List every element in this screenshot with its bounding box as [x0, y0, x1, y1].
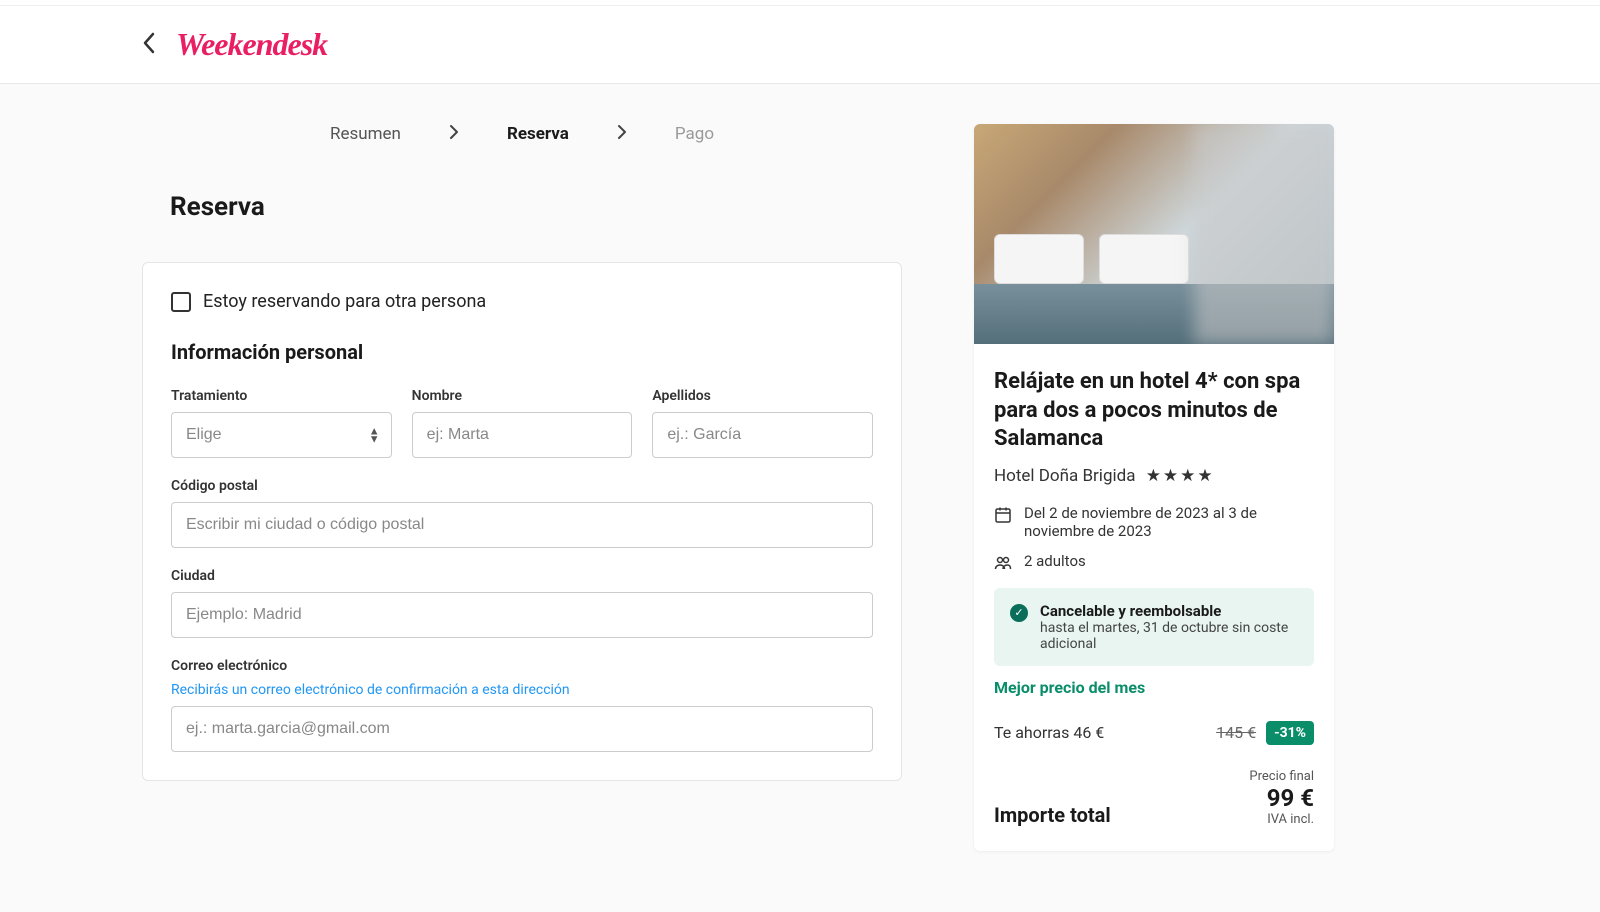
discount-badge: -31%: [1266, 721, 1314, 745]
offer-image: [974, 124, 1334, 344]
section-title-personal: Información personal: [171, 340, 873, 364]
savings-text: Te ahorras 46 €: [994, 723, 1104, 742]
step-resumen[interactable]: Resumen: [330, 124, 401, 144]
final-label: Precio final: [1249, 769, 1314, 784]
guests-icon: [994, 554, 1012, 576]
treatment-select[interactable]: [171, 412, 392, 458]
page-title: Reserva: [142, 192, 902, 222]
form-card: Estoy reservando para otra persona Infor…: [142, 262, 902, 781]
step-reserva: Reserva: [507, 124, 569, 144]
best-price-badge: Mejor precio del mes: [994, 678, 1314, 697]
postal-input[interactable]: [171, 502, 873, 548]
last-name-input[interactable]: [652, 412, 873, 458]
other-person-checkbox[interactable]: [171, 292, 191, 312]
city-label: Ciudad: [171, 568, 873, 584]
other-person-label: Estoy reservando para otra persona: [203, 291, 486, 312]
calendar-icon: [994, 506, 1012, 528]
first-name-label: Nombre: [412, 388, 633, 404]
total-label: Importe total: [994, 803, 1111, 827]
guests-text: 2 adultos: [1024, 552, 1086, 570]
cancel-title: Cancelable y reembolsable: [1040, 602, 1298, 620]
cancellation-box: ✓ Cancelable y reembolsable hasta el mar…: [994, 588, 1314, 666]
hotel-name: Hotel Doña Brigida: [994, 466, 1135, 486]
chevron-right-icon: [617, 124, 627, 144]
city-input[interactable]: [171, 592, 873, 638]
final-price: 99 €: [1249, 784, 1314, 812]
old-price: 145 €: [1216, 723, 1256, 742]
email-label: Correo electrónico: [171, 658, 873, 674]
summary-sidebar: Relájate en un hotel 4* con spa para dos…: [974, 124, 1334, 851]
check-icon: ✓: [1010, 604, 1028, 622]
stepper: Resumen Reserva Pago: [142, 124, 902, 144]
vat-text: IVA incl.: [1249, 812, 1314, 827]
offer-title: Relájate en un hotel 4* con spa para dos…: [994, 368, 1314, 454]
back-button[interactable]: [142, 32, 156, 58]
postal-label: Código postal: [171, 478, 873, 494]
treatment-label: Tratamiento: [171, 388, 392, 404]
stars-icon: ★★★★: [1146, 466, 1215, 486]
cancel-text: hasta el martes, 31 de octubre sin coste…: [1040, 620, 1298, 652]
last-name-label: Apellidos: [652, 388, 873, 404]
first-name-input[interactable]: [412, 412, 633, 458]
brand-logo[interactable]: Weekendesk: [176, 26, 327, 63]
hotel-row: Hotel Doña Brigida ★★★★: [994, 466, 1314, 486]
main-content: Resumen Reserva Pago Reserva Estoy reser…: [142, 124, 902, 781]
chevron-right-icon: [449, 124, 459, 144]
header: Weekendesk: [0, 6, 1600, 84]
email-input[interactable]: [171, 706, 873, 752]
step-pago: Pago: [675, 124, 714, 144]
dates-text: Del 2 de noviembre de 2023 al 3 de novie…: [1024, 504, 1314, 540]
email-help: Recibirás un correo electrónico de confi…: [171, 682, 873, 698]
